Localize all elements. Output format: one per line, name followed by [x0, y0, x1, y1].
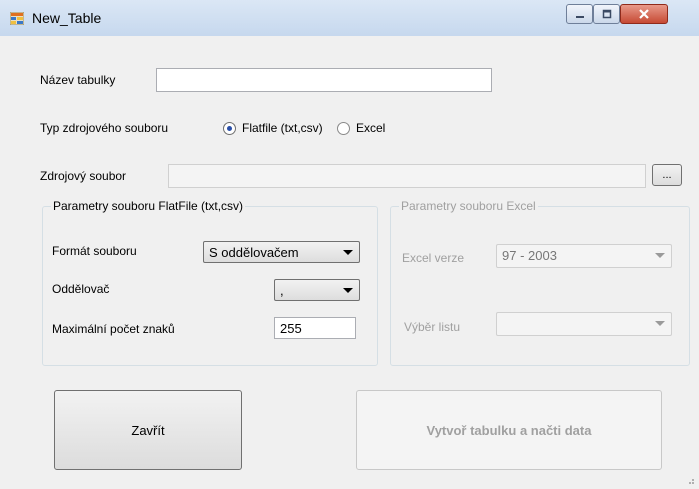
close-window-button[interactable] [620, 4, 668, 24]
chevron-down-icon [343, 250, 353, 255]
radio-excel-label[interactable]: Excel [356, 121, 385, 135]
format-select[interactable]: S oddělovačem [203, 241, 360, 263]
close-icon [639, 9, 649, 19]
form-body: Název tabulky Typ zdrojového souboru Fla… [26, 36, 699, 489]
source-file-label: Zdrojový soubor [40, 169, 127, 183]
excel-params-group: Parametry souboru Excel [390, 199, 690, 366]
excel-version-label: Excel verze [402, 251, 465, 265]
sheet-select[interactable] [496, 312, 672, 336]
flatfile-group-title: Parametry souboru FlatFile (txt,csv) [51, 199, 246, 213]
table-name-input[interactable] [156, 68, 492, 92]
minimize-icon [575, 16, 584, 18]
source-file-input[interactable] [168, 164, 646, 188]
format-label: Formát souboru [52, 244, 137, 258]
resize-grip-icon[interactable] [685, 475, 695, 485]
create-table-button[interactable]: Vytvoř tabulku a načti data [356, 390, 662, 470]
window: New_Table Název tabulky Typ zdrojového s… [0, 0, 699, 489]
browse-button[interactable]: ... [652, 164, 682, 186]
radio-flatfile-label[interactable]: Flatfile (txt,csv) [242, 121, 323, 135]
chevron-down-icon [655, 253, 665, 258]
maximize-button[interactable] [593, 4, 620, 24]
sheet-label: Výběr listu [404, 320, 461, 334]
excel-group-title: Parametry souboru Excel [399, 199, 538, 213]
window-title: New_Table [32, 10, 102, 26]
max-chars-label: Maximální počet znaků [52, 322, 175, 336]
table-name-label: Název tabulky [40, 73, 116, 87]
delimiter-select[interactable]: , [274, 279, 360, 301]
max-chars-input[interactable]: 255 [274, 317, 356, 339]
delimiter-label: Oddělovač [52, 282, 110, 296]
maximize-icon [602, 9, 611, 19]
radio-selected-dot [227, 126, 232, 131]
close-button[interactable]: Zavřít [54, 390, 242, 470]
chevron-down-icon [655, 321, 665, 326]
chevron-down-icon [343, 288, 353, 293]
minimize-button[interactable] [566, 4, 593, 24]
app-icon [10, 12, 24, 25]
radio-excel[interactable] [337, 122, 350, 135]
title-bar[interactable]: New_Table [0, 0, 699, 36]
source-type-label: Typ zdrojového souboru [40, 121, 169, 135]
format-value: S oddělovačem [209, 245, 299, 260]
radio-flatfile[interactable] [223, 122, 236, 135]
excel-version-select[interactable]: 97 - 2003 [496, 244, 672, 268]
excel-version-value: 97 - 2003 [502, 248, 557, 263]
delimiter-value: , [280, 283, 284, 298]
